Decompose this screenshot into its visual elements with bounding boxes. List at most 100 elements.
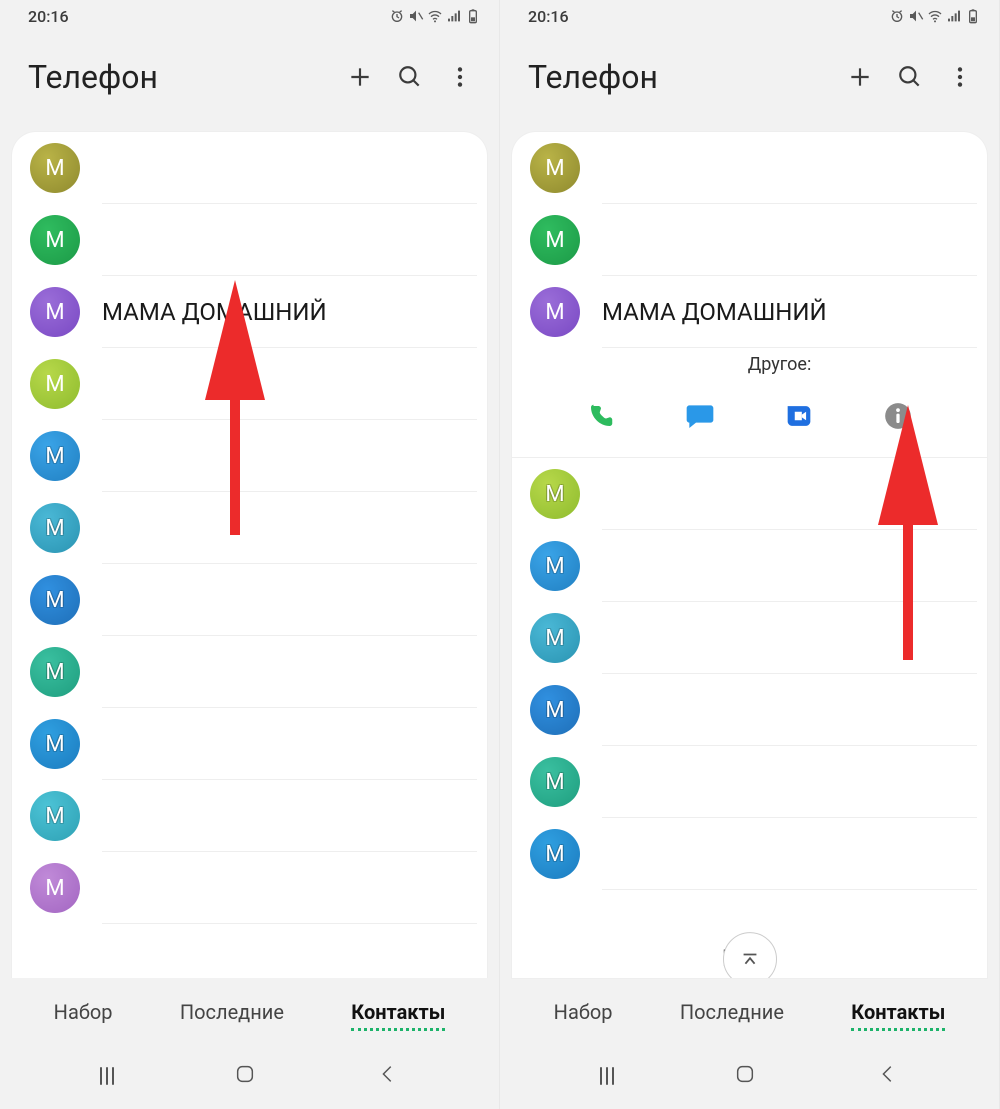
scroll-to-top-button[interactable] [723, 932, 777, 978]
navigation-bar [0, 1045, 499, 1109]
call-button[interactable] [578, 393, 624, 439]
contact-row[interactable]: М [512, 674, 987, 746]
add-button[interactable] [335, 52, 385, 102]
search-button[interactable] [885, 52, 935, 102]
more-button[interactable] [435, 52, 485, 102]
plus-icon [847, 64, 873, 90]
contact-row[interactable]: М [12, 348, 487, 420]
status-time: 20:16 [528, 7, 569, 26]
nav-recents-button[interactable] [600, 1067, 614, 1085]
mute-icon [908, 8, 924, 24]
mute-icon [408, 8, 424, 24]
avatar: М [30, 287, 80, 337]
avatar: М [30, 575, 80, 625]
wifi-icon [927, 8, 943, 24]
battery-icon [465, 8, 481, 24]
app-header: Телефон [500, 28, 999, 132]
contact-row[interactable]: М [512, 204, 987, 276]
alarm-icon [389, 8, 405, 24]
avatar: М [30, 719, 80, 769]
contact-row[interactable]: М [12, 204, 487, 276]
search-icon [897, 64, 923, 90]
bottom-tabs: Набор Последние Контакты [0, 978, 499, 1045]
app-header: Телефон [0, 28, 499, 132]
navigation-bar [500, 1045, 999, 1109]
avatar: М [30, 359, 80, 409]
contact-name: МАМА ДОМАШНИЙ [602, 298, 827, 326]
more-button[interactable] [935, 52, 985, 102]
contact-row[interactable]: М [12, 708, 487, 780]
avatar: М [530, 215, 580, 265]
chevron-up-icon [739, 948, 761, 970]
contact-row[interactable]: М МАМА ДОМАШНИЙ [12, 276, 487, 348]
nav-back-button[interactable] [877, 1063, 899, 1089]
status-bar: 20:16 [0, 0, 499, 28]
avatar: М [530, 143, 580, 193]
contact-row[interactable]: М [12, 420, 487, 492]
contact-row[interactable]: М МАМА ДОМАШНИЙ [512, 276, 987, 348]
message-button[interactable] [677, 393, 723, 439]
avatar: М [530, 541, 580, 591]
avatar: М [530, 685, 580, 735]
contact-row[interactable]: М [512, 132, 987, 204]
avatar: М [30, 863, 80, 913]
avatar: М [30, 215, 80, 265]
avatar: М [530, 757, 580, 807]
search-button[interactable] [385, 52, 435, 102]
status-icons [389, 8, 481, 24]
contact-row[interactable]: М [512, 746, 987, 818]
more-vert-icon [447, 64, 473, 90]
avatar: М [530, 287, 580, 337]
nav-back-button[interactable] [377, 1063, 399, 1089]
avatar: М [530, 829, 580, 879]
contact-row[interactable]: М [12, 636, 487, 708]
contact-row[interactable]: М [512, 602, 987, 674]
contact-row[interactable]: М [12, 852, 487, 924]
add-button[interactable] [835, 52, 885, 102]
tab-recent[interactable]: Последние [680, 1000, 784, 1031]
contact-row[interactable]: М [512, 458, 987, 530]
phone-screen-right: 20:16 Телефон ММММАМА ДОМАШНИЙДругое:МММ… [500, 0, 1000, 1109]
tab-contacts[interactable]: Контакты [351, 1000, 445, 1031]
contact-row[interactable]: М [512, 530, 987, 602]
avatar: М [30, 503, 80, 553]
signal-icon [446, 8, 462, 24]
contacts-list[interactable]: ММММАМА ДОМАШНИЙММММММММ [12, 132, 487, 978]
info-icon [884, 402, 912, 430]
contact-row[interactable]: М [12, 132, 487, 204]
nav-home-button[interactable] [234, 1063, 256, 1089]
tab-dialer[interactable]: Набор [54, 1000, 113, 1031]
contact-row[interactable]: М [12, 492, 487, 564]
contact-row[interactable]: М [12, 780, 487, 852]
phone-type-label: Другое: [592, 354, 967, 375]
avatar: М [30, 647, 80, 697]
bottom-tabs: Набор Последние Контакты [500, 978, 999, 1045]
info-button[interactable] [875, 393, 921, 439]
video-call-button[interactable] [776, 393, 822, 439]
avatar: М [530, 613, 580, 663]
app-title: Телефон [28, 58, 335, 96]
avatar: М [30, 431, 80, 481]
tab-contacts[interactable]: Контакты [851, 1000, 945, 1031]
wifi-icon [427, 8, 443, 24]
nav-home-button[interactable] [734, 1063, 756, 1089]
battery-icon [965, 8, 981, 24]
duo-icon [782, 399, 816, 433]
status-icons [889, 8, 981, 24]
expanded-contact-panel: Другое: [512, 348, 987, 458]
contact-row[interactable]: М [512, 818, 987, 890]
status-bar: 20:16 [500, 0, 999, 28]
tab-dialer[interactable]: Набор [554, 1000, 613, 1031]
contact-row[interactable]: М [12, 564, 487, 636]
contact-actions [532, 393, 967, 439]
tab-recent[interactable]: Последние [180, 1000, 284, 1031]
nav-recents-button[interactable] [100, 1067, 114, 1085]
alarm-icon [889, 8, 905, 24]
contacts-card: ММММАМА ДОМАШНИЙММММММММ [12, 132, 487, 978]
plus-icon [347, 64, 373, 90]
contacts-card: ММММАМА ДОМАШНИЙДругое:ММММММ В [512, 132, 987, 978]
avatar: М [30, 791, 80, 841]
contact-name: МАМА ДОМАШНИЙ [102, 298, 327, 326]
phone-icon [586, 401, 616, 431]
contacts-list[interactable]: ММММАМА ДОМАШНИЙДругое:ММММММ [512, 132, 987, 978]
